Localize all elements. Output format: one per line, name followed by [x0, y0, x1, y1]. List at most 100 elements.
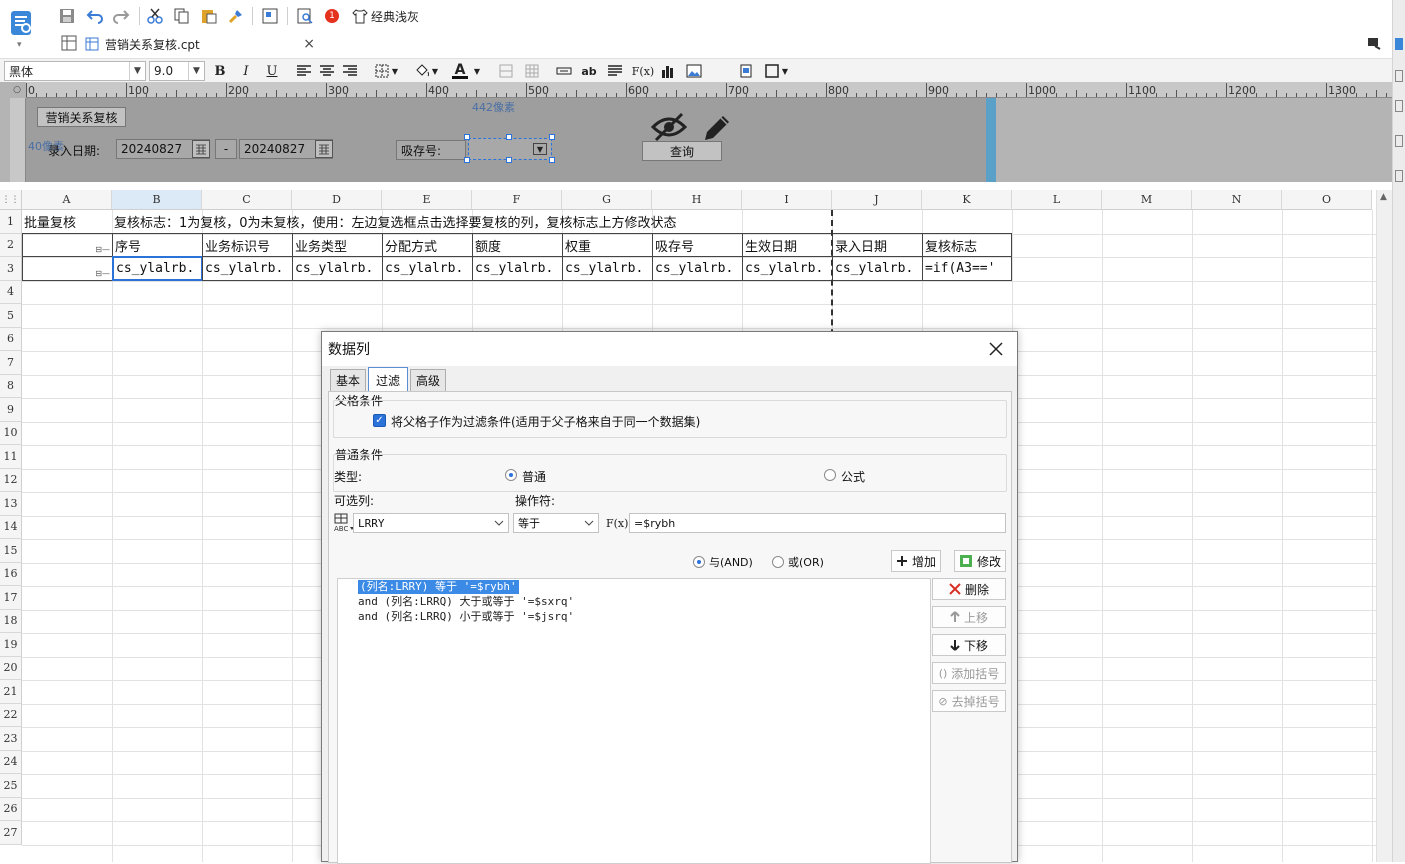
selection-handle[interactable]: [464, 157, 470, 163]
row-header[interactable]: 16: [0, 562, 22, 586]
modify-button[interactable]: 修改: [954, 550, 1006, 572]
and-radio[interactable]: [693, 556, 705, 568]
align-left-icon[interactable]: [294, 61, 314, 81]
row-header[interactable]: 27: [0, 821, 22, 845]
column-header[interactable]: G: [562, 190, 652, 210]
title-label-widget[interactable]: 营销关系复核: [37, 107, 126, 127]
expand-toggle-icon[interactable]: ⊟—: [95, 269, 110, 278]
data-cell[interactable]: cs_ylalrb.: [742, 256, 833, 281]
file-tab[interactable]: 营销关系复核.cpt ×: [85, 32, 325, 56]
close-icon[interactable]: [985, 338, 1007, 360]
data-cell[interactable]: cs_ylalrb.: [562, 256, 653, 281]
merge-cells-icon[interactable]: [496, 61, 516, 81]
save-icon[interactable]: [58, 7, 76, 25]
or-radio[interactable]: [772, 556, 784, 568]
split-cells-icon[interactable]: [522, 61, 542, 81]
data-cell[interactable]: cs_ylalrb.: [652, 256, 743, 281]
row-header[interactable]: 15: [0, 539, 22, 563]
vertical-scrollbar[interactable]: ▲: [1376, 190, 1392, 862]
row-header[interactable]: 23: [0, 727, 22, 751]
column-header[interactable]: E: [382, 190, 472, 210]
row-header[interactable]: 8: [0, 374, 22, 398]
column-header[interactable]: D: [292, 190, 382, 210]
cut-icon[interactable]: [146, 7, 164, 25]
row-header[interactable]: 18: [0, 609, 22, 633]
column-header[interactable]: O: [1282, 190, 1372, 210]
file-tab-close-icon[interactable]: ×: [303, 36, 315, 52]
row-header[interactable]: 24: [0, 750, 22, 774]
panel-toggle-icon[interactable]: [1367, 36, 1381, 53]
header-cell[interactable]: 序号: [112, 233, 203, 257]
align-center-icon[interactable]: [317, 61, 337, 81]
value-input[interactable]: =$rybh: [629, 513, 1006, 533]
header-cell[interactable]: 录入日期: [832, 233, 923, 257]
bold-button[interactable]: B: [210, 61, 230, 81]
cell-a2[interactable]: ⊟—: [22, 233, 113, 257]
tab-basic[interactable]: 基本: [330, 369, 366, 391]
font-size-select[interactable]: 9.0 ▼: [149, 61, 205, 81]
row-header[interactable]: 4: [0, 280, 22, 304]
template-icon[interactable]: [261, 7, 279, 25]
row-header[interactable]: 5: [0, 304, 22, 328]
data-cell[interactable]: =if(A3==': [922, 256, 1012, 281]
column-header[interactable]: C: [202, 190, 292, 210]
row-header[interactable]: 3: [0, 257, 22, 281]
tab-advanced[interactable]: 高级: [410, 369, 446, 391]
column-header[interactable]: J: [832, 190, 922, 210]
row-header[interactable]: 25: [0, 774, 22, 798]
paragraph-icon[interactable]: [605, 61, 625, 81]
type-normal-radio[interactable]: [505, 469, 517, 481]
column-header[interactable]: B: [112, 190, 202, 210]
type-formula-radio[interactable]: [824, 469, 836, 481]
formula-editor-button[interactable]: F(x): [606, 513, 628, 533]
data-cell[interactable]: cs_ylalrb.: [382, 256, 473, 281]
paste-icon[interactable]: [200, 7, 218, 25]
select-all-corner[interactable]: ⋮⋮: [0, 190, 22, 210]
column-header[interactable]: F: [472, 190, 562, 210]
header-cell[interactable]: 吸存号: [652, 233, 743, 257]
side-panel-icon[interactable]: [1395, 135, 1403, 147]
side-panel-icon[interactable]: [1395, 70, 1403, 82]
cell-b1[interactable]: 复核标志：1为复核，0为未复核，使用：左边复选框点击选择要复核的列，复核标志上方…: [112, 210, 832, 233]
chart-icon[interactable]: [658, 61, 678, 81]
side-panel-icon[interactable]: [1395, 100, 1403, 112]
cell-grid-icon[interactable]: [61, 35, 77, 54]
data-cell[interactable]: cs_ylalrb.: [202, 256, 293, 281]
ab-text-button[interactable]: ab: [579, 61, 599, 81]
add-button[interactable]: 增加: [891, 550, 941, 572]
cell-a3[interactable]: ⊟—: [22, 256, 113, 281]
header-cell[interactable]: 权重: [562, 233, 653, 257]
column-header[interactable]: A: [22, 190, 112, 210]
tab-filter[interactable]: 过滤: [368, 367, 408, 392]
data-cell[interactable]: cs_ylalrb.: [472, 256, 563, 281]
condition-item[interactable]: and (列名:LRRQ) 小于或等于 '=$jsrq': [358, 610, 574, 624]
condition-list[interactable]: (列名:LRRY) 等于 '=$rybh' and (列名:LRRQ) 大于或等…: [337, 578, 931, 864]
calendar-icon[interactable]: [192, 140, 210, 158]
column-header[interactable]: K: [922, 190, 1012, 210]
expand-toggle-icon[interactable]: ⊟—: [95, 245, 110, 254]
selection-handle[interactable]: [464, 134, 470, 140]
move-up-button[interactable]: 上移: [932, 606, 1006, 628]
chevron-down-icon[interactable]: ▼: [430, 61, 440, 81]
row-header[interactable]: 2: [0, 233, 22, 257]
calendar-icon[interactable]: [315, 140, 333, 158]
chevron-down-icon[interactable]: ▼: [472, 61, 482, 81]
row-header[interactable]: 17: [0, 586, 22, 610]
row-header[interactable]: 7: [0, 351, 22, 375]
theme-switch-button[interactable]: 经典浅灰: [352, 7, 419, 25]
row-header[interactable]: 26: [0, 797, 22, 821]
subreport-icon[interactable]: [736, 61, 756, 81]
app-menu-chevron-icon[interactable]: ▾: [17, 40, 22, 50]
row-header[interactable]: 22: [0, 703, 22, 727]
data-cell[interactable]: cs_ylalrb.: [832, 256, 923, 281]
column-header[interactable]: I: [742, 190, 832, 210]
row-header[interactable]: 21: [0, 680, 22, 704]
app-logo-icon[interactable]: [9, 9, 35, 37]
side-panel-icon[interactable]: [1395, 38, 1403, 50]
column-header[interactable]: H: [652, 190, 742, 210]
cell-a1[interactable]: 批量复核: [22, 210, 112, 233]
row-header[interactable]: 11: [0, 445, 22, 469]
row-header[interactable]: 13: [0, 492, 22, 516]
redo-icon[interactable]: [112, 7, 130, 25]
chevron-down-icon[interactable]: ▼: [390, 61, 400, 81]
